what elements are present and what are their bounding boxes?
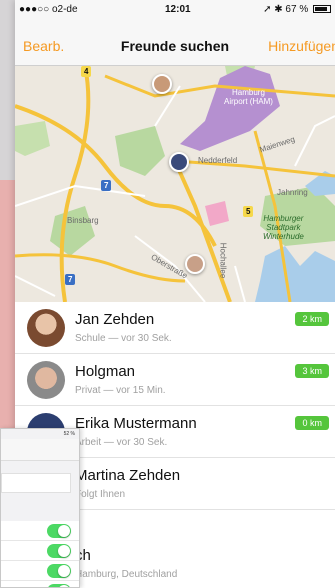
location-icon: ➚ xyxy=(263,4,272,15)
distance-badge: 2 km xyxy=(295,312,329,326)
toggle-switch[interactable] xyxy=(47,524,71,538)
settings-row xyxy=(1,581,79,587)
overlay-field xyxy=(1,473,71,493)
friend-subtitle: Hamburg, Deutschland xyxy=(75,569,178,580)
bluetooth-icon: ✱ xyxy=(274,4,283,15)
distance-badge: 0 km xyxy=(295,416,329,430)
carrier-label: ●●●○○ o2-de xyxy=(19,4,78,15)
road-shield: 7 xyxy=(65,274,76,285)
park-label-line2: Stadtpark xyxy=(266,223,301,232)
battery-percent: 67 % xyxy=(285,4,309,15)
friend-name: Erika Mustermann xyxy=(75,415,197,432)
battery-indicator: ➚ ✱ 67 % xyxy=(263,4,331,15)
settings-row xyxy=(1,561,79,581)
settings-screen-overlay: 52 % xyxy=(0,428,80,588)
avatar xyxy=(27,309,65,347)
friend-subtitle: Folgt Ihnen xyxy=(75,489,126,500)
overlay-nav-bar xyxy=(1,439,79,461)
friend-name: Jan Zehden xyxy=(75,311,155,328)
friend-subtitle: Privat — vor 15 Min. xyxy=(75,385,166,396)
airport-label: Hamburg Airport (HAM) xyxy=(224,88,273,106)
park-label: Hamburger Stadtpark Winterhude xyxy=(263,214,304,241)
park-label-line1: Hamburger xyxy=(263,214,304,223)
avatar xyxy=(27,361,65,399)
road-shield: 4 xyxy=(81,66,92,77)
friend-name: Holgman xyxy=(75,363,136,380)
road-shield: 7 xyxy=(101,180,112,191)
settings-row xyxy=(1,521,79,541)
street-label-jahnring: Jahnring xyxy=(277,188,308,197)
toggle-switch[interactable] xyxy=(47,564,71,578)
add-button[interactable]: Hinzufügen xyxy=(268,38,335,54)
friend-pin[interactable] xyxy=(169,152,189,172)
distance-badge: 3 km xyxy=(295,364,329,378)
list-item[interactable]: Jan Zehden Schule — vor 30 Sek. 2 km xyxy=(15,302,335,354)
list-item[interactable]: Holgman Privat — vor 15 Min. 3 km xyxy=(15,354,335,406)
street-label-hochallee: Hochallee xyxy=(218,242,228,279)
friend-subtitle: Schule — vor 30 Sek. xyxy=(75,333,172,344)
friend-pin[interactable] xyxy=(152,74,172,94)
map-view[interactable]: Hamburg Airport (HAM) Nedderfeld Binsbar… xyxy=(15,66,335,302)
toggle-switch[interactable] xyxy=(47,544,71,558)
friend-subtitle: Arbeit — vor 30 Sek. xyxy=(75,437,168,448)
airport-label-line2: Airport (HAM) xyxy=(224,97,273,106)
status-bar: ●●●○○ o2-de 12:01 ➚ ✱ 67 % xyxy=(15,0,335,20)
street-label-binsbarg: Binsbarg xyxy=(67,216,99,225)
toggle-switch[interactable] xyxy=(47,584,71,587)
battery-icon xyxy=(313,5,331,13)
friend-name: Martina Zehden xyxy=(75,467,181,484)
road-shield: 5 xyxy=(243,206,254,217)
park-label-line3: Winterhude xyxy=(263,232,304,241)
overlay-status: 52 % xyxy=(63,431,75,437)
airport-label-line1: Hamburg xyxy=(231,88,265,97)
friend-pin[interactable] xyxy=(185,254,205,274)
background-panel xyxy=(0,0,15,180)
street-label-nedderfeld: Nedderfeld xyxy=(198,156,238,165)
clock: 12:01 xyxy=(165,4,191,15)
settings-row xyxy=(1,541,79,561)
navigation-bar: Bearb. Freunde suchen Hinzufügen xyxy=(15,20,335,66)
